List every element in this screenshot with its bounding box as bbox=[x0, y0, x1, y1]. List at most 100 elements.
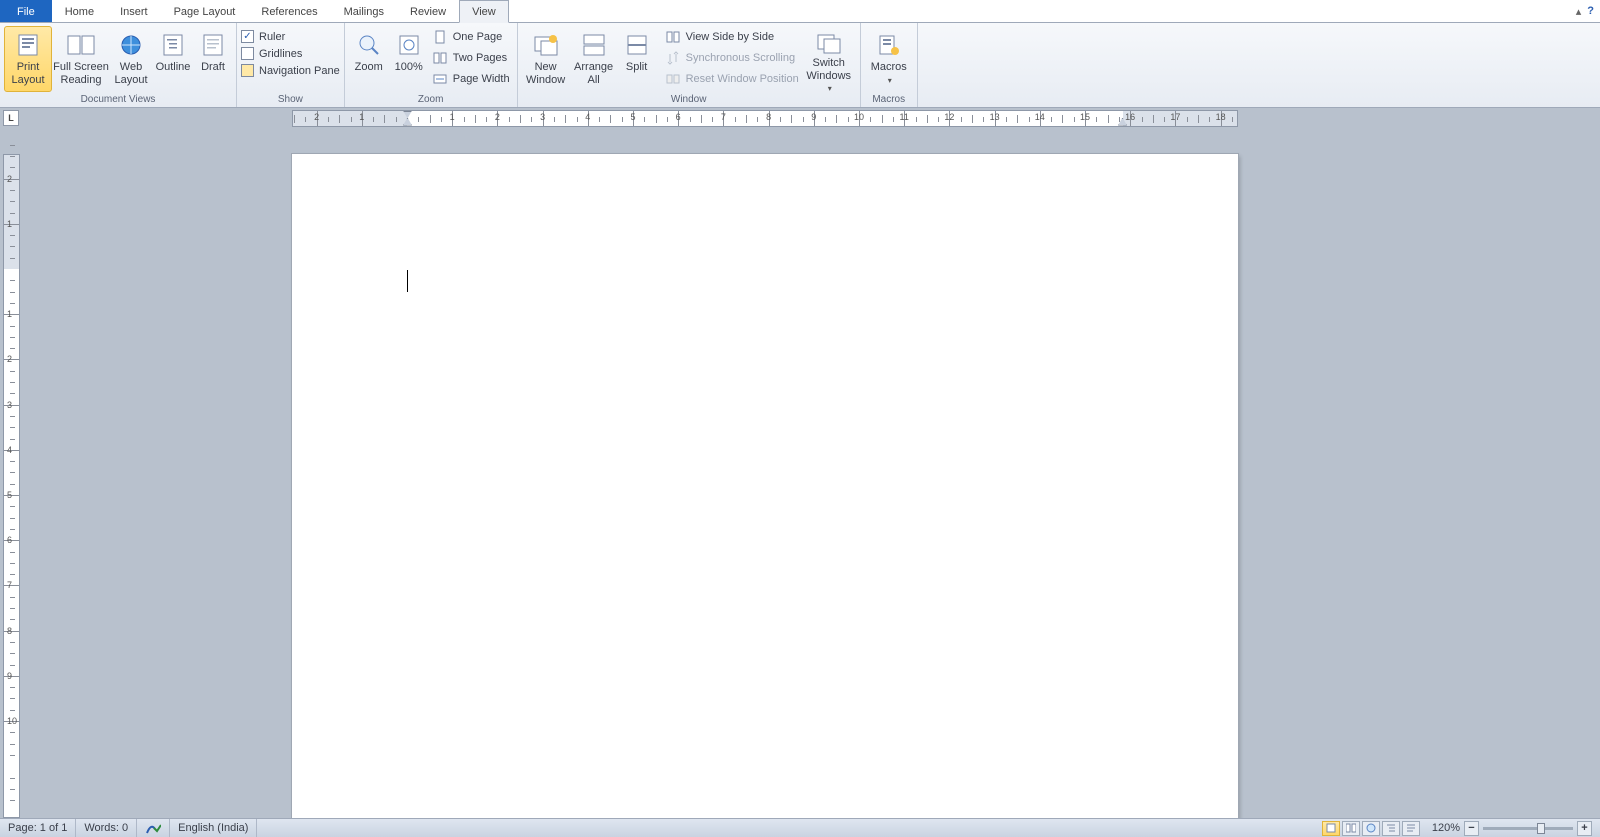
zoom-100-icon bbox=[395, 31, 423, 59]
page-width-button[interactable]: Page Width bbox=[429, 70, 513, 88]
draft-button[interactable]: Draft bbox=[194, 26, 232, 92]
vertical-ruler[interactable]: 2112345678910 bbox=[3, 154, 20, 818]
status-page[interactable]: Page: 1 of 1 bbox=[0, 819, 76, 837]
new-window-button[interactable]: New Window bbox=[522, 26, 570, 92]
zoom-button[interactable]: Zoom bbox=[349, 26, 389, 92]
full-screen-reading-button[interactable]: Full Screen Reading bbox=[52, 26, 110, 92]
tab-mailings[interactable]: Mailings bbox=[331, 0, 397, 22]
print-layout-icon bbox=[14, 31, 42, 59]
status-view-outline[interactable] bbox=[1382, 821, 1400, 836]
tab-review[interactable]: Review bbox=[397, 0, 459, 22]
group-macros-label: Macros bbox=[861, 93, 917, 107]
document-page[interactable] bbox=[292, 154, 1238, 818]
split-button[interactable]: Split bbox=[618, 26, 656, 92]
ribbon: Print Layout Full Screen Reading Web Lay… bbox=[0, 23, 1600, 108]
zoom-slider[interactable] bbox=[1483, 827, 1573, 830]
group-show: ✓Ruler Gridlines Navigation Pane Show bbox=[237, 23, 345, 107]
web-layout-icon bbox=[117, 31, 145, 59]
status-view-print-layout[interactable] bbox=[1322, 821, 1340, 836]
macros-label: Macros bbox=[871, 61, 907, 73]
split-label: Split bbox=[626, 61, 647, 74]
tab-home[interactable]: Home bbox=[52, 0, 107, 22]
two-pages-button[interactable]: Two Pages bbox=[429, 49, 513, 67]
switch-windows-button[interactable]: Switch Windows ▾ bbox=[802, 26, 856, 92]
zoom-in-button[interactable]: + bbox=[1577, 821, 1592, 836]
full-screen-reading-icon bbox=[67, 31, 95, 59]
view-side-by-side-button[interactable]: View Side by Side bbox=[662, 28, 802, 46]
zoom-slider-thumb[interactable] bbox=[1537, 823, 1545, 834]
web-layout-label: Web Layout bbox=[111, 61, 151, 86]
zoom-100-button[interactable]: 100% bbox=[389, 26, 429, 92]
outline-icon bbox=[159, 31, 187, 59]
group-show-label: Show bbox=[237, 93, 344, 107]
text-cursor bbox=[407, 270, 408, 292]
page-width-label: Page Width bbox=[453, 73, 510, 85]
status-words[interactable]: Words: 0 bbox=[76, 819, 137, 837]
tab-references[interactable]: References bbox=[248, 0, 330, 22]
tab-selector[interactable]: L bbox=[3, 110, 19, 126]
one-page-icon bbox=[432, 29, 448, 45]
zoom-label: Zoom bbox=[355, 61, 383, 74]
minimize-ribbon-icon[interactable]: ▴ bbox=[1576, 5, 1582, 18]
print-layout-button[interactable]: Print Layout bbox=[4, 26, 52, 92]
status-view-draft[interactable] bbox=[1402, 821, 1420, 836]
group-zoom: Zoom 100% One Page Two Pages bbox=[345, 23, 518, 107]
tab-insert[interactable]: Insert bbox=[107, 0, 161, 22]
chevron-down-icon: ▾ bbox=[828, 84, 832, 93]
draft-icon bbox=[199, 31, 227, 59]
gridlines-checkbox-label: Gridlines bbox=[259, 48, 302, 60]
document-workspace: 2112345678910 bbox=[0, 128, 1600, 818]
status-proofing[interactable] bbox=[137, 819, 170, 837]
status-view-web-layout[interactable] bbox=[1362, 821, 1380, 836]
proofing-icon bbox=[145, 821, 161, 835]
outline-button[interactable]: Outline bbox=[152, 26, 194, 92]
arrange-all-label: Arrange All bbox=[571, 61, 617, 86]
help-icon[interactable]: ? bbox=[1587, 5, 1594, 17]
tab-view[interactable]: View bbox=[459, 0, 509, 23]
tab-strip: File Home Insert Page Layout References … bbox=[0, 0, 1600, 23]
one-page-button[interactable]: One Page bbox=[429, 28, 513, 46]
switch-windows-icon bbox=[815, 31, 843, 55]
side-by-side-icon bbox=[665, 29, 681, 45]
group-macros: Macros ▾ Macros bbox=[861, 23, 918, 107]
tab-file[interactable]: File bbox=[0, 0, 52, 22]
new-window-label: New Window bbox=[523, 61, 569, 86]
two-pages-label: Two Pages bbox=[453, 52, 507, 64]
print-layout-label: Print Layout bbox=[5, 61, 51, 86]
group-document-views-label: Document Views bbox=[0, 93, 236, 107]
horizontal-ruler[interactable]: 21123456789101112131415161718 bbox=[292, 110, 1238, 127]
two-pages-icon bbox=[432, 50, 448, 66]
status-bar: Page: 1 of 1 Words: 0 English (India) 12… bbox=[0, 818, 1600, 837]
gridlines-checkbox[interactable]: Gridlines bbox=[241, 47, 340, 60]
reset-window-label: Reset Window Position bbox=[686, 73, 799, 85]
status-language[interactable]: English (India) bbox=[170, 819, 257, 837]
zoom-out-button[interactable]: − bbox=[1464, 821, 1479, 836]
draft-label: Draft bbox=[201, 61, 225, 74]
reset-window-position-button: Reset Window Position bbox=[662, 70, 802, 88]
chevron-down-icon: ▾ bbox=[888, 76, 892, 85]
synchronous-scrolling-button: Synchronous Scrolling bbox=[662, 49, 802, 67]
zoom-level-label[interactable]: 120% bbox=[1432, 822, 1460, 834]
split-icon bbox=[623, 31, 651, 59]
sync-scroll-label: Synchronous Scrolling bbox=[686, 52, 795, 64]
group-window-label: Window bbox=[518, 93, 860, 107]
one-page-label: One Page bbox=[453, 31, 503, 43]
zoom-icon bbox=[355, 31, 383, 59]
macros-button[interactable]: Macros ▾ bbox=[865, 26, 913, 92]
new-window-icon bbox=[532, 31, 560, 59]
arrange-all-button[interactable]: Arrange All bbox=[570, 26, 618, 92]
switch-windows-label: Switch Windows bbox=[806, 57, 851, 82]
group-window: New Window Arrange All Split View Side b… bbox=[518, 23, 861, 107]
group-document-views: Print Layout Full Screen Reading Web Lay… bbox=[0, 23, 237, 107]
page-width-icon bbox=[432, 71, 448, 87]
navigation-pane-label: Navigation Pane bbox=[259, 65, 340, 77]
reset-window-icon bbox=[665, 71, 681, 87]
status-view-full-screen[interactable] bbox=[1342, 821, 1360, 836]
navigation-pane-checkbox[interactable]: Navigation Pane bbox=[241, 64, 340, 77]
zoom-100-label: 100% bbox=[395, 61, 423, 74]
web-layout-button[interactable]: Web Layout bbox=[110, 26, 152, 92]
macros-icon bbox=[875, 31, 903, 59]
tab-page-layout[interactable]: Page Layout bbox=[161, 0, 249, 22]
ruler-checkbox[interactable]: ✓Ruler bbox=[241, 30, 340, 43]
ruler-checkbox-label: Ruler bbox=[259, 31, 285, 43]
